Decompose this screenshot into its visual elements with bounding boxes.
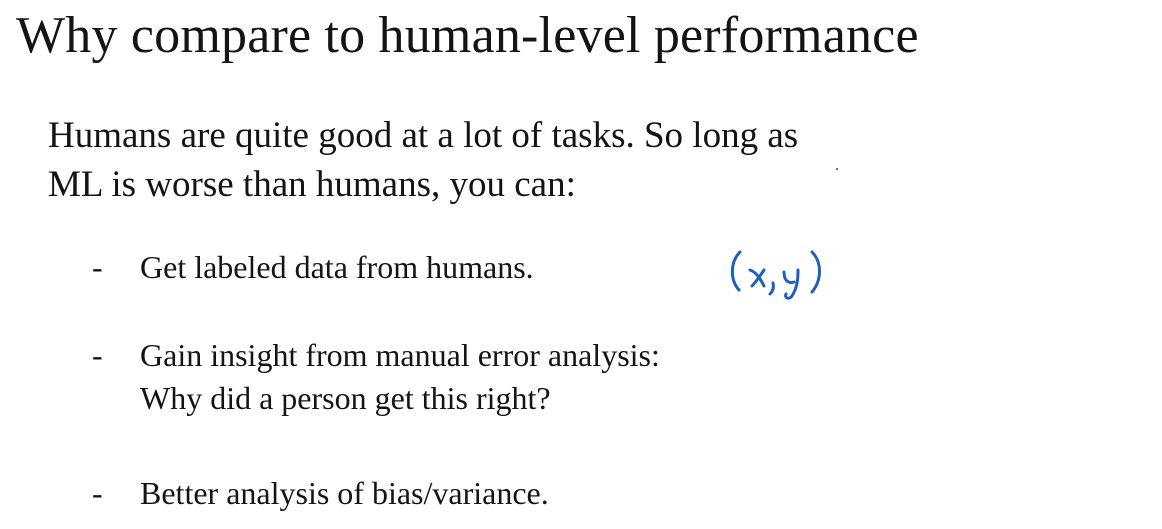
intro-line-2: ML is worse than humans, you can:: [48, 164, 576, 205]
bullet-line: Better analysis of bias/variance.: [140, 475, 549, 511]
intro-paragraph: Humans are quite good at a lot of tasks.…: [48, 111, 798, 209]
bullet-line: Gain insight from manual error analysis:: [140, 337, 660, 373]
intro-line-1: Humans are quite good at a lot of tasks.…: [48, 115, 799, 156]
handwritten-xy-annotation: [730, 250, 821, 300]
bullet-marker: -: [92, 249, 103, 285]
bullet-line: Get labeled data from humans.: [140, 249, 534, 285]
stray-ink-dot: [836, 168, 838, 170]
slide: Why compare to human-level performance H…: [0, 0, 1162, 529]
slide-title: Why compare to human-level performance: [16, 7, 919, 64]
bullet-text: Gain insight from manual error analysis:…: [140, 334, 660, 420]
bullet-line: Why did a person get this right?: [140, 380, 551, 416]
bullet-marker: -: [92, 337, 103, 373]
bullet-text: Better analysis of bias/variance.: [140, 472, 549, 515]
bullet-marker: -: [92, 475, 103, 511]
bullet-text: Get labeled data from humans.: [140, 246, 534, 289]
